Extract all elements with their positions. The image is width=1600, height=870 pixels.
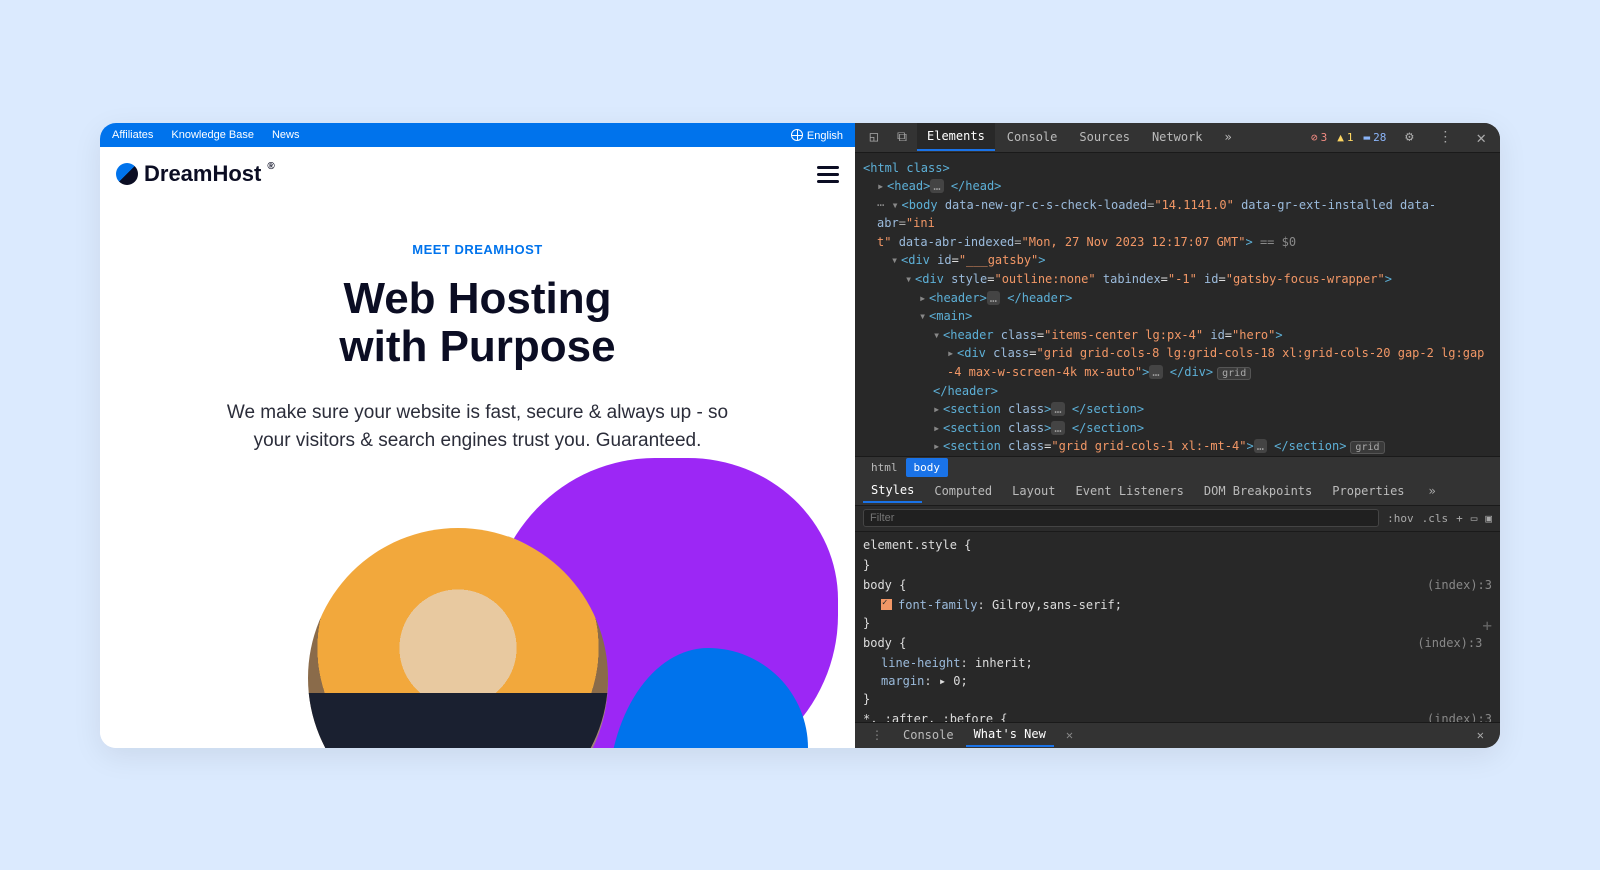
tab-sources[interactable]: Sources	[1069, 124, 1140, 150]
subtab-layout[interactable]: Layout	[1004, 480, 1063, 502]
bc-html[interactable]: html	[863, 458, 906, 477]
globe-icon	[791, 129, 803, 141]
info-count[interactable]: ▬ 28	[1363, 131, 1386, 144]
website-pane: Affiliates Knowledge Base News English D…	[100, 123, 855, 748]
subtab-styles[interactable]: Styles	[863, 479, 922, 503]
topbar-link-news[interactable]: News	[272, 129, 300, 141]
tab-network[interactable]: Network	[1142, 124, 1213, 150]
styles-tabbar: Styles Computed Layout Event Listeners D…	[855, 478, 1500, 506]
tab-more[interactable]: »	[1215, 124, 1242, 150]
cls-toggle[interactable]: .cls	[1422, 512, 1449, 525]
subtab-properties[interactable]: Properties	[1324, 480, 1412, 502]
box-model-icon[interactable]: ▣	[1485, 512, 1492, 525]
device-mode-icon[interactable]: ⧉	[889, 129, 915, 145]
subtab-dombreakpoints[interactable]: DOM Breakpoints	[1196, 480, 1320, 502]
styles-filterbar: :hov .cls + ▭ ▣	[855, 506, 1500, 532]
hero-section: MEET DREAMHOST Web Hosting with Purpose …	[100, 202, 855, 455]
topbar-link-kb[interactable]: Knowledge Base	[171, 129, 254, 141]
devtools-tabbar: ◱ ⧉ Elements Console Sources Network » ⊘…	[855, 123, 1500, 153]
hero-artwork	[198, 468, 758, 748]
tab-console[interactable]: Console	[997, 124, 1068, 150]
hero-eyebrow: MEET DREAMHOST	[100, 242, 855, 257]
hov-toggle[interactable]: :hov	[1387, 512, 1414, 525]
styles-pane[interactable]: element.style { } body {(index):3 font-f…	[855, 532, 1500, 722]
styles-filter-input[interactable]	[863, 509, 1379, 527]
drawer-tab-close-icon[interactable]: ✕	[1058, 724, 1081, 746]
error-count[interactable]: ⊘ 3	[1311, 131, 1327, 144]
hero-subtitle: We make sure your website is fast, secur…	[100, 399, 855, 454]
drawer-tabbar: ⋮ Console What's New ✕ ✕	[855, 722, 1500, 748]
close-icon[interactable]: ✕	[1468, 128, 1494, 147]
subtab-eventlisteners[interactable]: Event Listeners	[1068, 480, 1192, 502]
hero-title: Web Hosting with Purpose	[100, 275, 855, 372]
breadcrumb-trail[interactable]: html body	[855, 456, 1500, 478]
device-frame-icon[interactable]: ▭	[1471, 512, 1478, 525]
drawer-console[interactable]: Console	[895, 724, 962, 746]
new-style-icon[interactable]: +	[1456, 512, 1463, 525]
inspect-icon[interactable]: ◱	[861, 129, 887, 145]
warning-count[interactable]: ▲ 1	[1337, 131, 1353, 144]
drawer-close-icon[interactable]: ✕	[1469, 724, 1492, 746]
main-nav: DreamHost ®	[100, 147, 855, 202]
drawer-whatsnew[interactable]: What's New	[966, 723, 1054, 747]
hero-person-image	[308, 528, 608, 748]
subtab-more[interactable]: »	[1421, 480, 1444, 502]
menu-button[interactable]	[817, 162, 839, 187]
language-selector[interactable]: English	[791, 127, 843, 142]
tab-elements[interactable]: Elements	[917, 123, 995, 151]
devtools-pane: ◱ ⧉ Elements Console Sources Network » ⊘…	[855, 123, 1500, 748]
settings-icon[interactable]: ⚙	[1396, 129, 1422, 145]
dom-tree[interactable]: <html class> ▸<head>… </head> ⋯ ▾<body d…	[855, 153, 1500, 456]
logo[interactable]: DreamHost ®	[116, 161, 275, 187]
subtab-computed[interactable]: Computed	[926, 480, 1000, 502]
logo-mark-icon	[116, 163, 138, 185]
topbar-link-affiliates[interactable]: Affiliates	[112, 129, 153, 141]
utility-nav: Affiliates Knowledge Base News English	[100, 123, 855, 147]
bc-body[interactable]: body	[906, 458, 949, 477]
kebab-icon[interactable]: ⋮	[1432, 129, 1458, 145]
